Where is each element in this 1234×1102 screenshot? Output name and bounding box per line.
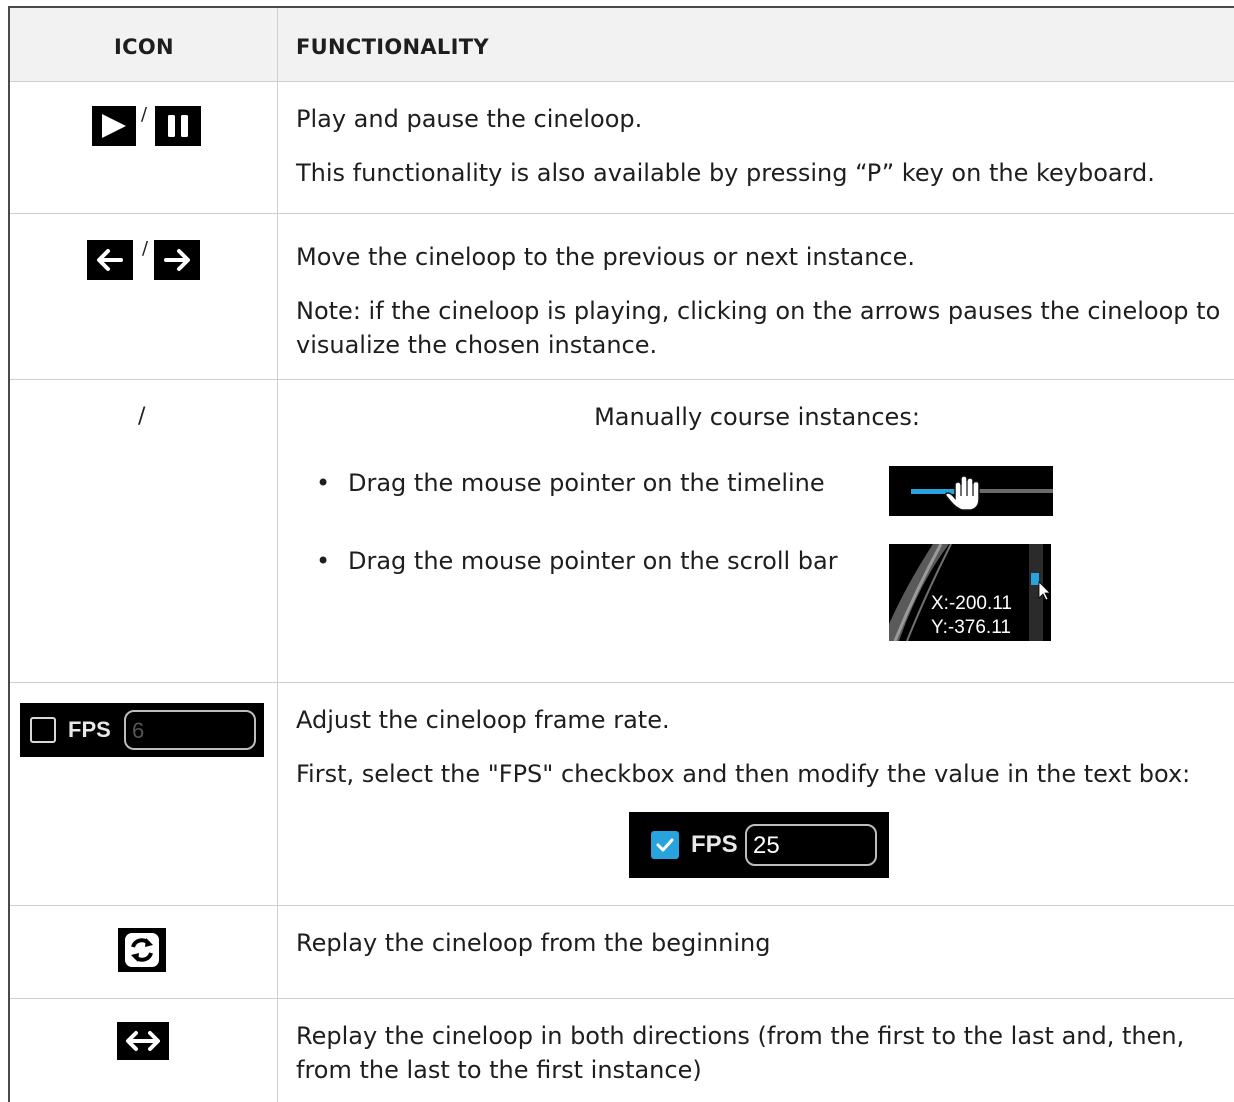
- icon-cell: /: [10, 380, 278, 682]
- table-row-prev-next: / Move the cineloop to the previous or n…: [10, 214, 1234, 380]
- table-row-replay: Replay the cineloop from the beginning: [10, 906, 1234, 999]
- play-icon[interactable]: [92, 106, 136, 146]
- header-icon-label: ICON: [114, 35, 174, 59]
- scrollbar-drag-image: X:-200.11 Y:-376.11: [889, 544, 1051, 641]
- fps-input[interactable]: 6: [124, 710, 256, 750]
- description-line: Note: if the cineloop is playing, clicki…: [296, 297, 1221, 359]
- functionality-cell: Replay the cineloop from the beginning: [278, 906, 1234, 998]
- bullet-text-scrollbar: Drag the mouse pointer on the scroll bar: [348, 547, 838, 575]
- icon-cell: /: [10, 82, 278, 213]
- replay-icon[interactable]: [118, 928, 166, 972]
- bullet-text-timeline: Drag the mouse pointer on the timeline: [348, 469, 825, 497]
- description-line: Move the cineloop to the previous or nex…: [296, 243, 915, 271]
- bullet-dot: •: [316, 469, 331, 497]
- icon-separator: /: [138, 404, 146, 429]
- fps-label: FPS: [691, 831, 738, 858]
- arrow-left-icon[interactable]: [87, 240, 133, 280]
- timeline-drag-image: [889, 466, 1053, 516]
- header-functionality-label: FUNCTIONALITY: [296, 35, 489, 59]
- functionality-cell: Replay the cineloop in both directions (…: [278, 999, 1234, 1102]
- functionality-cell: Play and pause the cineloop. This functi…: [278, 82, 1234, 213]
- coordinate-y-readout: Y:-376.11: [931, 617, 1011, 638]
- fps-checkbox[interactable]: [30, 717, 56, 743]
- header-icon-cell: ICON: [10, 8, 278, 81]
- table-row-fps: FPS 6 Adjust the cineloop frame rate. Fi…: [10, 683, 1234, 906]
- arrow-right-icon[interactable]: [154, 240, 200, 280]
- table-row-manual-course: / Manually course instances: • Drag the …: [10, 380, 1234, 683]
- description-line: Adjust the cineloop frame rate.: [296, 706, 670, 734]
- description-line: Replay the cineloop in both directions (…: [296, 1022, 1185, 1084]
- icon-cell: /: [10, 214, 278, 379]
- icon-separator: /: [142, 238, 149, 259]
- fps-control-checked: FPS 25: [629, 812, 889, 878]
- description-line: First, select the "FPS" checkbox and the…: [296, 760, 1191, 788]
- functionality-cell: Move the cineloop to the previous or nex…: [278, 214, 1234, 379]
- icon-cell: [10, 999, 278, 1102]
- description-line: Play and pause the cineloop.: [296, 105, 643, 133]
- fps-control-unchecked: FPS 6: [20, 703, 264, 757]
- description-line: Replay the cineloop from the beginning: [296, 929, 771, 957]
- coordinate-x-readout: X:-200.11: [931, 593, 1012, 614]
- table-row-bidirectional: Replay the cineloop in both directions (…: [10, 999, 1234, 1102]
- pause-icon[interactable]: [155, 106, 201, 146]
- fps-checkbox-checked[interactable]: [651, 831, 679, 859]
- checkmark-icon: [656, 838, 674, 852]
- bullet-dot: •: [316, 547, 331, 575]
- icon-cell: [10, 906, 278, 998]
- icon-cell: FPS 6: [10, 683, 278, 905]
- section-title: Manually course instances:: [594, 403, 920, 431]
- description-line: This functionality is also available by …: [296, 159, 1155, 187]
- fps-input[interactable]: 25: [745, 824, 877, 866]
- table-row-play-pause: / Play and pause the cineloop. This func…: [10, 82, 1234, 214]
- bidirectional-arrow-icon[interactable]: [117, 1022, 169, 1060]
- fps-label: FPS: [68, 717, 111, 742]
- header-functionality-cell: FUNCTIONALITY: [278, 8, 1234, 81]
- icon-functionality-table: ICON FUNCTIONALITY / Play and pause the …: [8, 6, 1234, 1102]
- table-header: ICON FUNCTIONALITY: [10, 8, 1234, 82]
- icon-separator: /: [141, 104, 148, 125]
- functionality-cell: Adjust the cineloop frame rate. First, s…: [278, 683, 1234, 905]
- functionality-cell: Manually course instances: • Drag the mo…: [278, 380, 1234, 682]
